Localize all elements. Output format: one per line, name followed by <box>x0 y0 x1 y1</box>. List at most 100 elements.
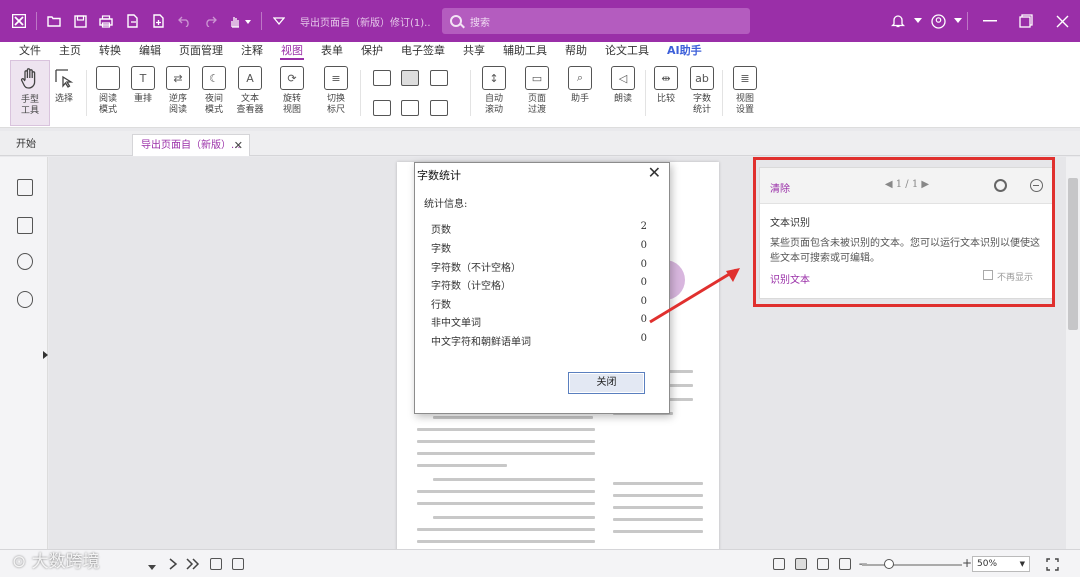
reverse-reading-icon: ⇄ <box>166 66 190 90</box>
cover-page-icon[interactable] <box>401 100 419 116</box>
comments-icon[interactable] <box>17 253 33 270</box>
account-icon[interactable] <box>923 0 953 42</box>
night-mode-label: 夜间 模式 <box>204 94 223 115</box>
reverse-reading-label: 逆序 阅读 <box>168 94 187 115</box>
menu-form[interactable]: 表单 <box>312 42 352 60</box>
menu-accessibility[interactable]: 辅助工具 <box>494 42 556 60</box>
read-aloud-button[interactable]: ◁ 朗读 <box>603 60 643 126</box>
assistant-search-icon: ⌕ <box>568 66 592 90</box>
menu-convert[interactable]: 转换 <box>90 42 130 60</box>
menu-protect[interactable]: 保护 <box>352 42 392 60</box>
print-icon[interactable] <box>93 0 119 42</box>
assistant-button[interactable]: ⌕ 助手 <box>560 60 600 126</box>
word-count-icon: ab <box>690 66 714 90</box>
dialog-close-icon[interactable]: ✕ <box>648 163 661 182</box>
moon-icon: ☾ <box>202 66 226 90</box>
export-icon[interactable] <box>119 0 145 42</box>
switch-ruler-button[interactable]: ≡ 切换 标尺 <box>316 60 356 126</box>
facing-view-icon[interactable] <box>817 558 829 570</box>
tab-home[interactable]: 开始 <box>8 134 126 156</box>
fit-page-icon[interactable] <box>232 558 244 570</box>
menu-home[interactable]: 主页 <box>50 42 90 60</box>
menu-page-management[interactable]: 页面管理 <box>170 42 232 60</box>
facing-continuous-view-icon[interactable] <box>839 558 851 570</box>
menu-paper-tools[interactable]: 论文工具 <box>596 42 658 60</box>
redo-icon[interactable] <box>197 0 223 42</box>
bookmark-icon[interactable] <box>17 179 33 196</box>
scrollbar-thumb[interactable] <box>1068 178 1078 330</box>
single-page-icon[interactable] <box>373 70 391 86</box>
menu-help[interactable]: 帮助 <box>556 42 596 60</box>
view-settings-button[interactable]: ≣ 视图 设置 <box>725 60 765 126</box>
dialog-subtitle: 统计信息: <box>424 199 468 210</box>
save-icon[interactable] <box>67 0 93 42</box>
fullscreen-icon[interactable] <box>1046 558 1059 571</box>
dialog-close-button[interactable]: 关闭 <box>568 372 645 394</box>
single-page-view-icon[interactable] <box>773 558 785 570</box>
bell-dropdown-icon[interactable] <box>913 0 923 42</box>
open-folder-icon[interactable] <box>41 0 67 42</box>
new-document-icon[interactable] <box>145 0 171 42</box>
menu-ai-assistant[interactable]: AI助手 <box>658 42 711 60</box>
stat-row-pages: 页数 2 <box>431 221 647 236</box>
continuous-page-icon[interactable] <box>401 70 419 86</box>
titlebar-separator <box>967 12 968 30</box>
reading-mode-button[interactable]: 阅读 模式 <box>88 60 128 126</box>
ribbon-toolbar: 手型 工具 选择 阅读 模式 T 重排 ⇄ 逆序 阅读 ☾ 夜间 模式 A 文本… <box>0 60 1080 128</box>
notification-bell-icon[interactable] <box>883 0 913 42</box>
stat-row-lines: 行数 0 <box>431 296 647 311</box>
reverse-reading-button[interactable]: ⇄ 逆序 阅读 <box>158 60 198 126</box>
document-title: 导出页面自（新版）修订(1)... <box>300 17 430 29</box>
menu-view[interactable]: 视图 <box>272 42 312 60</box>
minimize-icon[interactable] <box>972 0 1008 42</box>
word-count-dialog: 字数统计 ✕ 统计信息: 页数 2 字数 0 字符数（不计空格） 0 字符数（计… <box>414 162 670 414</box>
attachment-icon[interactable] <box>17 291 33 308</box>
hand-tool-dropdown-icon[interactable] <box>223 0 257 42</box>
word-count-button[interactable]: ab 字数 统计 <box>682 60 722 126</box>
undo-icon[interactable] <box>171 0 197 42</box>
view-settings-label: 视图 设置 <box>735 94 754 115</box>
menu-e-signature[interactable]: 电子签章 <box>392 42 454 60</box>
compare-button[interactable]: ⇹ 比较 <box>646 60 686 126</box>
next-page-icon[interactable] <box>168 558 180 570</box>
zoom-slider-handle[interactable] <box>884 559 894 569</box>
page-transition-button[interactable]: ▭ 页面 过渡 <box>517 60 557 126</box>
search-icon <box>450 15 462 27</box>
titlebar-separator <box>261 12 262 30</box>
zoom-in-icon[interactable]: + <box>962 556 972 570</box>
two-page-continuous-icon[interactable] <box>373 100 391 116</box>
watermark-label: 大数跨境 <box>31 552 100 572</box>
left-sidebar <box>0 157 48 549</box>
select-label: 选择 <box>54 94 73 104</box>
select-button[interactable]: 选择 <box>44 60 84 126</box>
page-dropdown-icon[interactable] <box>148 561 160 573</box>
annotation-arrow-icon <box>649 268 740 324</box>
last-page-icon[interactable] <box>186 558 200 570</box>
night-mode-button[interactable]: ☾ 夜间 模式 <box>194 60 234 126</box>
tab-document[interactable]: 导出页面自（新版）... ✕ <box>132 134 250 156</box>
menu-share[interactable]: 共享 <box>454 42 494 60</box>
zoom-slider[interactable] <box>862 564 962 566</box>
pages-icon[interactable] <box>17 217 33 234</box>
account-dropdown-icon[interactable] <box>953 0 963 42</box>
menu-comment[interactable]: 注释 <box>232 42 272 60</box>
tab-close-icon[interactable]: ✕ <box>234 135 243 157</box>
menu-edit[interactable]: 编辑 <box>130 42 170 60</box>
copy-page-icon[interactable] <box>210 558 222 570</box>
zoom-level-select[interactable]: 50% ▼ <box>972 556 1030 572</box>
quick-access-chevron-icon[interactable] <box>266 0 292 42</box>
auto-scroll-button[interactable]: ↕ 自动 滚动 <box>474 60 514 126</box>
reflow-button[interactable]: T 重排 <box>123 60 163 126</box>
continuous-view-icon[interactable] <box>795 558 807 570</box>
restore-icon[interactable] <box>1008 0 1044 42</box>
expand-panel-icon[interactable] <box>43 351 48 359</box>
menu-file[interactable]: 文件 <box>10 42 50 60</box>
search-placeholder: 搜索 <box>470 17 490 29</box>
close-window-icon[interactable] <box>1044 0 1080 42</box>
compare-label: 比较 <box>656 94 675 104</box>
split-view-icon[interactable] <box>430 100 448 116</box>
search-box[interactable]: 搜索 <box>442 8 750 34</box>
rotate-view-button[interactable]: ⟳ 旋转 视图 <box>272 60 312 126</box>
two-page-icon[interactable] <box>430 70 448 86</box>
text-viewer-button[interactable]: A 文本 查看器 <box>230 60 270 126</box>
